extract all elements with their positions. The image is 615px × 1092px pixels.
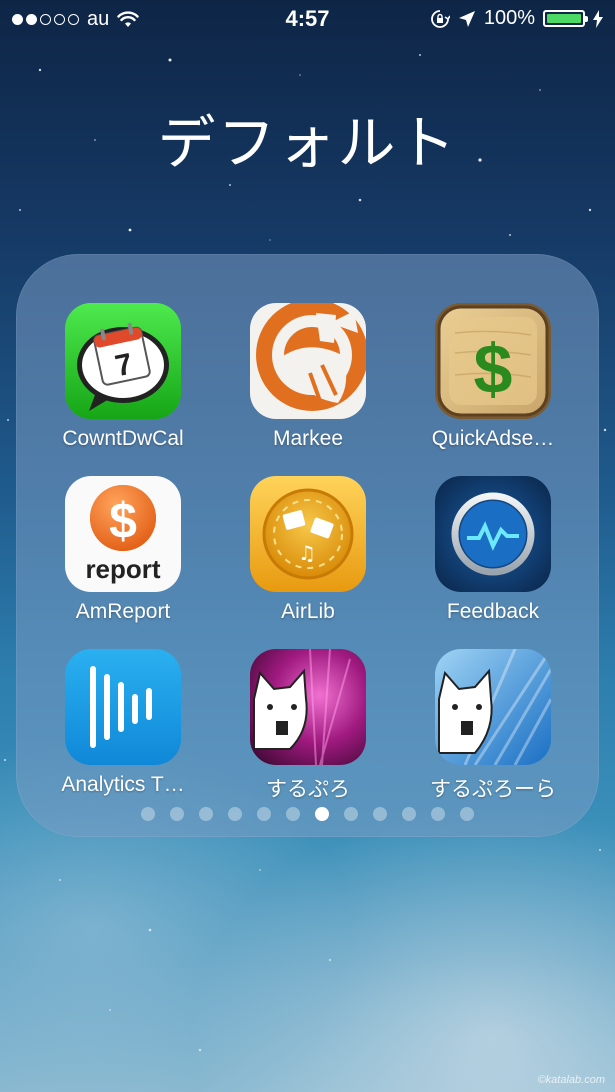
app-label: Analytics T… — [61, 773, 185, 796]
app-analytics[interactable]: Analytics T… — [38, 649, 208, 797]
app-label: するぷろ — [266, 778, 350, 801]
app-cowntdwcal[interactable]: 7 CowntDwCal — [38, 303, 208, 451]
page-dot[interactable] — [141, 807, 155, 821]
page-dot[interactable] — [344, 807, 358, 821]
app-label: QuickAdse… — [431, 427, 555, 450]
page-dot[interactable] — [286, 807, 300, 821]
dollar-wood-icon: $ — [435, 303, 551, 419]
analytics-bars-icon — [65, 649, 181, 765]
svg-text:$: $ — [474, 330, 513, 408]
surupro-cat-icon — [250, 649, 366, 765]
page-dot[interactable] — [170, 807, 184, 821]
orientation-lock-icon — [430, 9, 450, 28]
page-dot[interactable] — [373, 807, 387, 821]
feedback-icon — [435, 476, 551, 592]
watermark: ©katalab.com — [537, 1074, 605, 1086]
page-dot[interactable] — [431, 807, 445, 821]
app-label: CowntDwCal — [62, 427, 184, 450]
app-label: Markee — [272, 427, 344, 450]
calendar-7-icon: 7 — [65, 303, 181, 419]
page-dot[interactable] — [257, 807, 271, 821]
page-dot[interactable] — [402, 807, 416, 821]
location-arrow-icon — [458, 10, 475, 27]
battery-percent: 100% — [483, 7, 535, 29]
report-icon-text: report — [85, 554, 160, 584]
app-surupro[interactable]: するぷろ — [223, 649, 393, 803]
dollar-report-icon: $ report — [65, 476, 181, 592]
app-feedback[interactable]: Feedback — [408, 476, 578, 624]
svg-text:♫: ♫ — [298, 541, 316, 565]
app-suruprora[interactable]: するぷろーら — [408, 649, 578, 803]
svg-text:$: $ — [109, 493, 137, 549]
page-dot[interactable] — [228, 807, 242, 821]
app-label: Feedback — [446, 600, 540, 623]
app-airlib[interactable]: ♫ AirLib — [223, 476, 393, 624]
suruprora-cat-icon — [435, 649, 551, 765]
app-amreport[interactable]: $ report AmReport — [38, 476, 208, 624]
page-dot[interactable] — [460, 807, 474, 821]
app-label: するぷろーら — [430, 778, 556, 801]
markee-icon — [250, 303, 366, 419]
battery-icon — [543, 10, 588, 27]
charging-bolt-icon — [593, 9, 603, 28]
status-bar: au 4:57 100% — [0, 0, 615, 40]
folder-title[interactable]: デフォルト — [0, 96, 615, 180]
app-markee[interactable]: Markee — [223, 303, 393, 451]
app-quickadsense[interactable]: $ QuickAdse… — [408, 303, 578, 451]
page-dot[interactable] — [199, 807, 213, 821]
airlib-icon: ♫ — [250, 476, 366, 592]
app-label: AirLib — [281, 600, 335, 623]
app-label: AmReport — [75, 600, 171, 623]
status-right: 100% — [430, 7, 603, 30]
page-dot-current[interactable] — [315, 807, 329, 821]
page-indicator[interactable] — [0, 807, 615, 821]
